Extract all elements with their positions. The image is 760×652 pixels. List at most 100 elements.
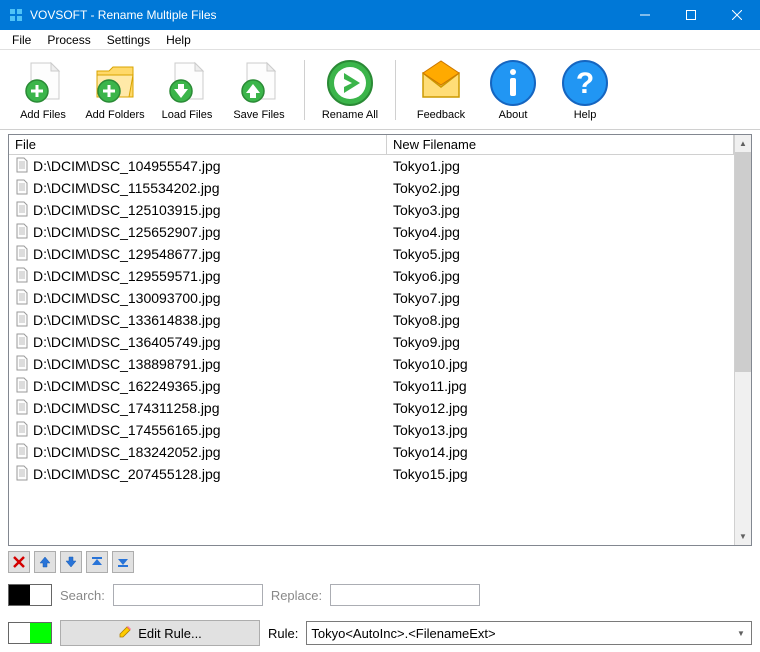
file-path: D:\DCIM\DSC_115534202.jpg (33, 180, 220, 196)
menu-process[interactable]: Process (39, 31, 98, 49)
cell-file: D:\DCIM\DSC_136405749.jpg (9, 333, 387, 352)
info-icon (489, 59, 537, 107)
rule-value: Tokyo<AutoInc>.<FilenameExt> (311, 626, 495, 641)
file-icon (15, 465, 29, 484)
load-files-label: Load Files (162, 109, 213, 121)
toolbar: Add FilesAdd Folders Load Files Save Files… (0, 50, 760, 130)
cell-new-filename: Tokyo2.jpg (387, 180, 734, 196)
edit-rule-button[interactable]: Edit Rule... (60, 620, 260, 646)
menu-bar: FileProcessSettingsHelp (0, 30, 760, 50)
scroll-thumb[interactable] (735, 152, 751, 372)
cell-new-filename: Tokyo7.jpg (387, 290, 734, 306)
rename-all-label: Rename All (322, 109, 378, 121)
save-files-button[interactable]: Save Files (224, 54, 294, 126)
rule-row: Edit Rule... Rule: Tokyo<AutoInc>.<Filen… (8, 618, 752, 648)
scroll-up-icon[interactable]: ▲ (735, 135, 751, 152)
cell-new-filename: Tokyo11.jpg (387, 378, 734, 394)
cell-file: D:\DCIM\DSC_104955547.jpg (9, 157, 387, 176)
move-top-button[interactable] (86, 551, 108, 573)
table-row[interactable]: D:\DCIM\DSC_174556165.jpg Tokyo13.jpg (9, 419, 734, 441)
table-row[interactable]: D:\DCIM\DSC_138898791.jpgTokyo10.jpg (9, 353, 734, 375)
search-input[interactable] (113, 584, 263, 606)
rule-toggle[interactable] (8, 622, 52, 644)
file-path: D:\DCIM\DSC_104955547.jpg (33, 158, 221, 174)
cell-new-filename: Tokyo13.jpg (387, 422, 734, 438)
file-down-icon (163, 59, 211, 107)
menu-help[interactable]: Help (158, 31, 199, 49)
help-button[interactable]: ? Help (550, 54, 620, 126)
table-row[interactable]: D:\DCIM\DSC_174311258.jpg Tokyo12.jpg (9, 397, 734, 419)
cell-new-filename: Tokyo4.jpg (387, 224, 734, 240)
rename-all-button[interactable]: Rename All (315, 54, 385, 126)
file-path: D:\DCIM\DSC_183242052.jpg (33, 444, 221, 460)
envelope-icon (417, 59, 465, 107)
table-row[interactable]: D:\DCIM\DSC_130093700.jpgTokyo7.jpg (9, 287, 734, 309)
file-icon (15, 377, 29, 396)
vertical-scrollbar[interactable]: ▲ ▼ (734, 135, 751, 545)
file-path: D:\DCIM\DSC_129548677.jpg (33, 246, 221, 262)
search-toggle[interactable] (8, 584, 52, 606)
menu-settings[interactable]: Settings (99, 31, 158, 49)
file-path: D:\DCIM\DSC_174556165.jpg (33, 422, 221, 438)
cell-new-filename: Tokyo9.jpg (387, 334, 734, 350)
cell-new-filename: Tokyo10.jpg (387, 356, 734, 372)
column-file[interactable]: File (9, 135, 387, 154)
file-icon (15, 311, 29, 330)
file-path: D:\DCIM\DSC_133614838.jpg (33, 312, 221, 328)
edit-rule-label: Edit Rule... (138, 626, 202, 641)
cell-file: D:\DCIM\DSC_125103915.jpg (9, 201, 387, 220)
add-folders-button[interactable]: Add Folders (80, 54, 150, 126)
add-files-button[interactable]: Add Files (8, 54, 78, 126)
minimize-button[interactable] (622, 0, 668, 30)
scroll-down-icon[interactable]: ▼ (735, 528, 751, 545)
help-label: Help (574, 109, 597, 121)
table-row[interactable]: D:\DCIM\DSC_162249365.jpg Tokyo11.jpg (9, 375, 734, 397)
file-path: D:\DCIM\DSC_125652907.jpg (33, 224, 221, 240)
move-up-button[interactable] (34, 551, 56, 573)
cell-new-filename: Tokyo15.jpg (387, 466, 734, 482)
maximize-button[interactable] (668, 0, 714, 30)
table-row[interactable]: D:\DCIM\DSC_125652907.jpg Tokyo4.jpg (9, 221, 734, 243)
table-row[interactable]: D:\DCIM\DSC_136405749.jpgTokyo9.jpg (9, 331, 734, 353)
cell-file: D:\DCIM\DSC_133614838.jpg (9, 311, 387, 330)
cell-file: D:\DCIM\DSC_162249365.jpg (9, 377, 387, 396)
table-row[interactable]: D:\DCIM\DSC_115534202.jpg Tokyo2.jpg (9, 177, 734, 199)
table-row[interactable]: D:\DCIM\DSC_183242052.jpgTokyo14.jpg (9, 441, 734, 463)
menu-file[interactable]: File (4, 31, 39, 49)
file-path: D:\DCIM\DSC_162249365.jpg (33, 378, 221, 394)
rule-combobox[interactable]: Tokyo<AutoInc>.<FilenameExt> ▼ (306, 621, 752, 645)
cell-file: D:\DCIM\DSC_174311258.jpg (9, 399, 387, 418)
load-files-button[interactable]: Load Files (152, 54, 222, 126)
cell-new-filename: Tokyo3.jpg (387, 202, 734, 218)
cell-new-filename: Tokyo12.jpg (387, 400, 734, 416)
question-icon: ? (561, 59, 609, 107)
move-down-button[interactable] (60, 551, 82, 573)
file-path: D:\DCIM\DSC_174311258.jpg (33, 400, 220, 416)
file-icon (15, 157, 29, 176)
about-button[interactable]: About (478, 54, 548, 126)
file-plus-icon (19, 59, 67, 107)
close-button[interactable] (714, 0, 760, 30)
table-row[interactable]: D:\DCIM\DSC_207455128.jpgTokyo15.jpg (9, 463, 734, 485)
cell-file: D:\DCIM\DSC_115534202.jpg (9, 179, 387, 198)
file-icon (15, 245, 29, 264)
table-row[interactable]: D:\DCIM\DSC_129548677.jpgTokyo5.jpg (9, 243, 734, 265)
table-row[interactable]: D:\DCIM\DSC_104955547.jpgTokyo1.jpg (9, 155, 734, 177)
file-icon (15, 179, 29, 198)
feedback-button[interactable]: Feedback (406, 54, 476, 126)
table-row[interactable]: D:\DCIM\DSC_125103915.jpgTokyo3.jpg (9, 199, 734, 221)
file-up-icon (235, 59, 283, 107)
cell-new-filename: Tokyo8.jpg (387, 312, 734, 328)
column-new-filename[interactable]: New Filename (387, 135, 734, 154)
replace-input[interactable] (330, 584, 480, 606)
delete-button[interactable] (8, 551, 30, 573)
move-bottom-button[interactable] (112, 551, 134, 573)
cell-file: D:\DCIM\DSC_129559571.jpg (9, 267, 387, 286)
file-list: File New Filename D:\DCIM\DSC_104955547.… (8, 134, 752, 546)
chevron-down-icon: ▼ (733, 622, 749, 644)
rule-label: Rule: (268, 626, 298, 641)
file-icon (15, 421, 29, 440)
file-icon (15, 355, 29, 374)
table-row[interactable]: D:\DCIM\DSC_129559571.jpgTokyo6.jpg (9, 265, 734, 287)
table-row[interactable]: D:\DCIM\DSC_133614838.jpg Tokyo8.jpg (9, 309, 734, 331)
